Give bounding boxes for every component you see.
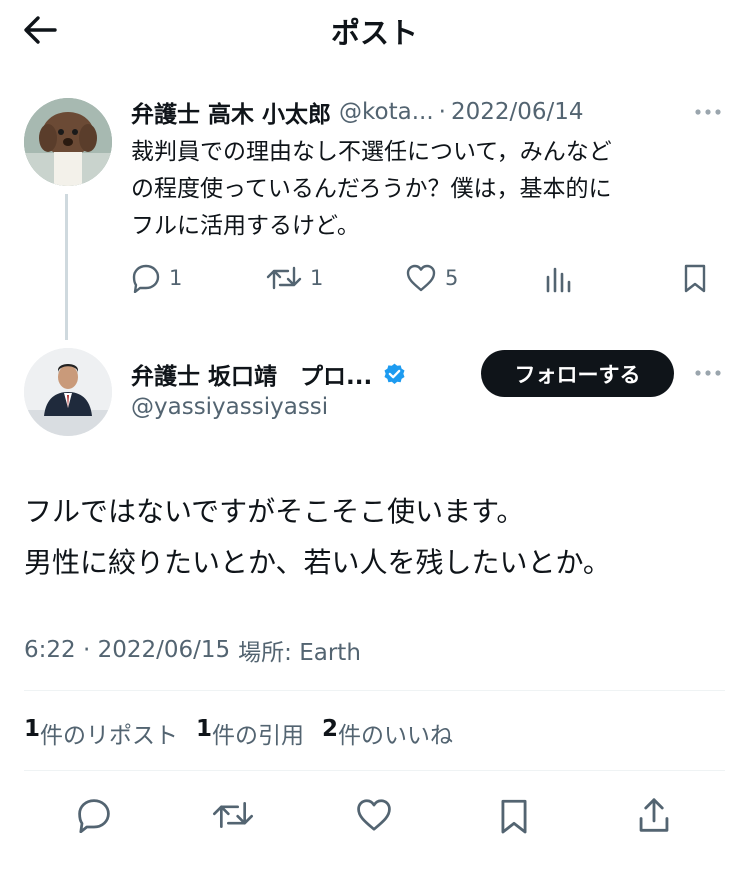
parent-post-header: 弁護士 高木 小太郎 @kota... · 2022/06/14 (131, 94, 584, 130)
share-icon (639, 798, 669, 832)
dog-avatar-image (24, 98, 112, 186)
heart-icon (357, 799, 391, 831)
text-line: フルに活用するけど。 (131, 213, 360, 239)
views-button[interactable] (544, 262, 572, 294)
parent-post-text: 裁判員での理由なし不選任について，みんなど の程度使っているんだろうか？僕は，基… (131, 134, 731, 245)
bookmark-button[interactable] (498, 797, 530, 835)
avatar[interactable] (24, 348, 112, 436)
bookmark-button[interactable] (682, 262, 708, 294)
verified-icon (384, 363, 405, 384)
divider (24, 770, 725, 771)
verified-badge (382, 362, 407, 387)
post-stats: 1 件のリポスト 1 件の引用 2 件のいいね (24, 716, 453, 750)
reposts-stat[interactable]: 1 件のリポスト (24, 716, 178, 750)
reply-button[interactable] (76, 797, 112, 833)
repost-count: 1 (310, 266, 324, 290)
heart-icon (406, 264, 436, 292)
repost-button[interactable]: 1 (266, 262, 323, 294)
more-options-button[interactable] (692, 104, 724, 120)
post-location: 場所: Earth (238, 640, 361, 666)
author-name[interactable]: 弁護士 坂口靖 プロ... (131, 357, 372, 391)
likes-count: 2 (322, 716, 339, 742)
reply-count: 1 (169, 266, 183, 290)
author-handle[interactable]: @yassiyassiyassi (131, 394, 328, 420)
like-button[interactable]: 5 (405, 262, 458, 294)
reply-button[interactable]: 1 (131, 262, 182, 294)
person-avatar-image (24, 348, 112, 436)
reply-icon (132, 264, 160, 293)
like-button[interactable] (355, 797, 393, 833)
reposts-label: 件のリポスト (40, 723, 179, 749)
reply-icon (78, 799, 110, 833)
more-icon (695, 370, 721, 376)
reposts-count: 1 (24, 716, 41, 742)
main-post-author: 弁護士 坂口靖 プロ... (131, 356, 407, 392)
more-options-button[interactable] (692, 365, 724, 381)
text-line: の程度使っているんだろうか？僕は，基本的に (131, 176, 612, 202)
post-meta: 6:22 · 2022/06/15 場所: Earth (24, 634, 361, 666)
likes-stat[interactable]: 2 件のいいね (322, 716, 453, 750)
text-line: フルではないですがそこそこ使います。 (24, 495, 525, 528)
thread-line (65, 194, 68, 340)
main-post-text: フルではないですがそこそこ使います。 男性に絞りたいとか、若い人を残したいとか。 (24, 486, 724, 588)
avatar[interactable] (24, 98, 112, 186)
quotes-stat[interactable]: 1 件の引用 (196, 716, 304, 750)
share-button[interactable] (636, 795, 672, 835)
text-line: 男性に絞りたいとか、若い人を残したいとか。 (24, 546, 611, 579)
bookmark-icon (501, 799, 527, 834)
author-handle[interactable]: @kota... (339, 99, 434, 125)
repost-icon (212, 801, 254, 829)
post-date[interactable]: 2022/06/14 (451, 99, 584, 125)
quotes-label: 件の引用 (212, 723, 305, 749)
likes-label: 件のいいね (338, 723, 454, 749)
analytics-icon (546, 267, 571, 293)
post-timestamp[interactable]: 6:22 · 2022/06/15 (24, 637, 230, 663)
follow-button[interactable]: フォローする (481, 350, 674, 397)
like-count: 5 (445, 266, 459, 290)
quotes-count: 1 (196, 716, 213, 742)
repost-button[interactable] (212, 797, 254, 833)
author-name[interactable]: 弁護士 高木 小太郎 (131, 95, 331, 129)
repost-icon (266, 266, 302, 290)
divider (24, 690, 725, 691)
separator: · (438, 99, 446, 125)
text-line: 裁判員での理由なし不選任について，みんなど (131, 139, 612, 165)
bookmark-icon (684, 264, 706, 293)
page-title: ポスト (330, 16, 418, 50)
more-icon (695, 109, 721, 115)
